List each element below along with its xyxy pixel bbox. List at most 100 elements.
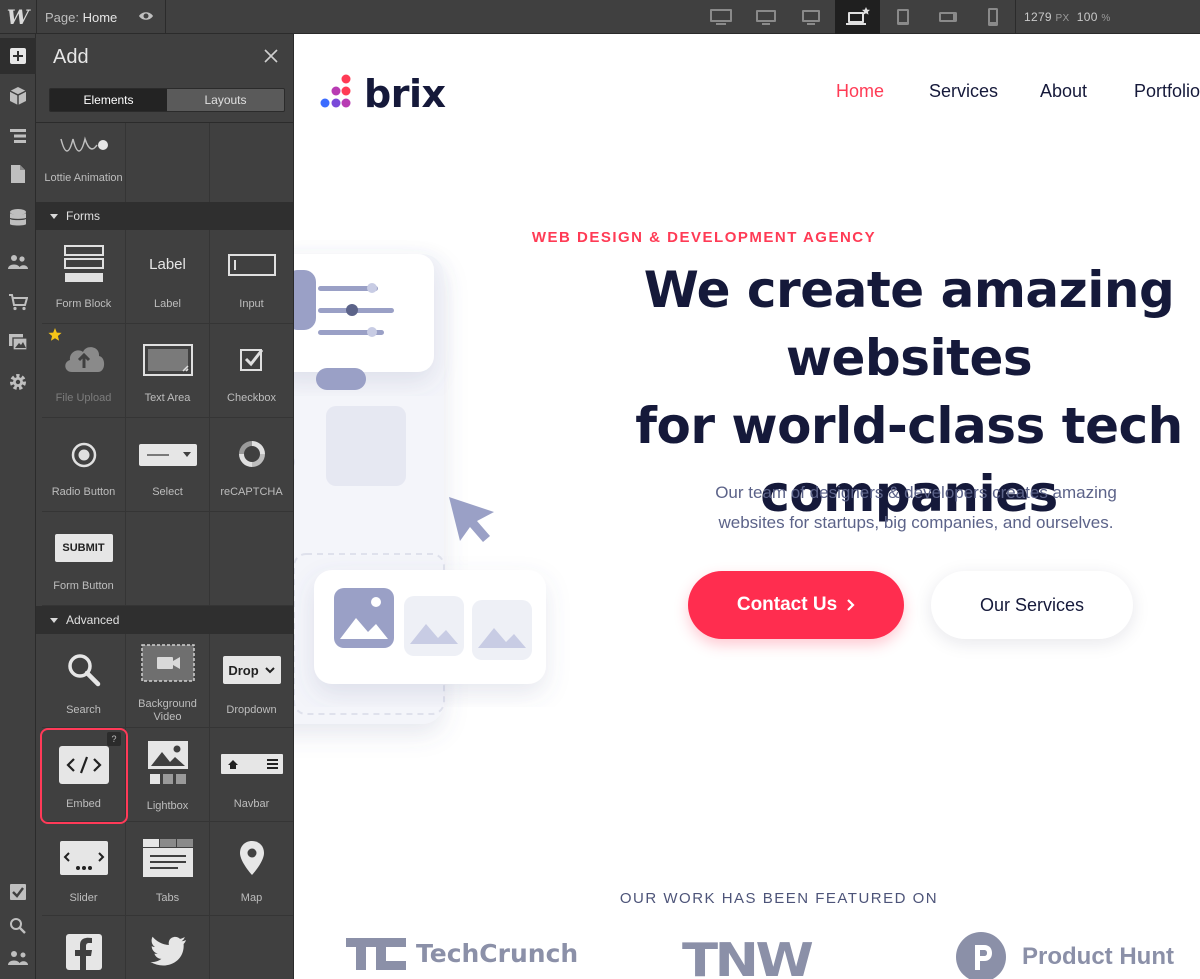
desktop-base-icon[interactable] <box>835 0 880 34</box>
featured-label: OUR WORK HAS BEEN FEATURED ON <box>619 890 939 907</box>
press-name: Product Hunt <box>1022 943 1174 970</box>
dropdown-element[interactable]: Drop Dropdown <box>210 634 293 728</box>
users-icon[interactable] <box>0 244 36 280</box>
twitter-icon <box>126 936 209 968</box>
collapse-caret-icon <box>50 213 58 219</box>
element-label: Select <box>152 486 183 498</box>
assets-icon[interactable] <box>0 324 36 360</box>
background-video-element[interactable]: Background Video <box>126 634 210 728</box>
checkbox-icon <box>210 346 293 372</box>
cms-icon[interactable] <box>0 200 36 236</box>
contact-us-button[interactable]: Contact Us <box>688 571 904 639</box>
collapse-caret-icon <box>50 617 58 623</box>
brand-logo[interactable]: brix <box>316 72 446 116</box>
radio-button-element[interactable]: Radio Button <box>42 418 126 512</box>
mobile-portrait-icon[interactable] <box>970 0 1015 34</box>
element-label: Slider <box>69 892 98 904</box>
label-element[interactable]: Label Label <box>126 230 210 324</box>
element-label: Label <box>154 298 181 310</box>
input-element[interactable]: Input <box>210 230 293 324</box>
nav-portfolio[interactable]: Portfolio <box>1134 81 1200 102</box>
element-row: Slider Tabs Map <box>42 822 293 916</box>
tabs-element[interactable]: Tabs <box>126 822 210 916</box>
map-element[interactable]: Map <box>210 822 293 916</box>
file-upload-element[interactable]: File Upload <box>42 324 126 418</box>
select-element[interactable]: Select <box>126 418 210 512</box>
hero-eyebrow: WEB DESIGN & DEVELOPMENT AGENCY <box>531 229 877 246</box>
our-services-button[interactable]: Our Services <box>931 571 1133 639</box>
element-label: Text Area <box>144 392 191 404</box>
desktop-m-icon[interactable] <box>788 0 833 34</box>
element-row: SUBMIT Form Button <box>42 512 293 606</box>
empty-cell <box>210 512 293 606</box>
tab-layouts[interactable]: Layouts <box>167 89 284 111</box>
section-label: Advanced <box>66 613 120 627</box>
element-row: Lottie Animation <box>42 123 293 203</box>
slider-element[interactable]: Slider <box>42 822 126 916</box>
element-label: Tabs <box>155 892 180 904</box>
collaborators-icon[interactable] <box>0 940 36 976</box>
brand-name: brix <box>364 72 446 116</box>
twitter-element[interactable] <box>126 916 210 979</box>
subtitle-line: websites for startups, big companies, an… <box>718 513 1114 532</box>
search-icon[interactable] <box>0 908 36 944</box>
recaptcha-element[interactable]: reCAPTCHA <box>210 418 293 512</box>
input-icon <box>210 254 293 276</box>
width-value: 1279 <box>1024 10 1052 24</box>
element-label: File Upload <box>55 392 112 404</box>
close-icon[interactable] <box>263 48 279 64</box>
submit-button-icon: SUBMIT <box>42 534 125 562</box>
page-prefix: Page: <box>45 10 79 25</box>
add-icon[interactable] <box>0 38 36 74</box>
nav-services[interactable]: Services <box>929 81 998 102</box>
desktop-l-icon[interactable] <box>743 0 788 34</box>
empty-cell <box>210 123 293 203</box>
pages-icon[interactable] <box>0 156 36 192</box>
webflow-logo[interactable]: W <box>0 0 36 34</box>
navbar-element[interactable]: Navbar <box>210 728 293 822</box>
lottie-animation-element[interactable]: Lottie Animation <box>42 123 126 203</box>
empty-cell <box>126 123 210 203</box>
top-toolbar: W Page: Home 1279 PX 100 % <box>0 0 1200 34</box>
dropdown-icon-text: Drop <box>228 662 259 678</box>
preview-eye-icon[interactable] <box>138 8 154 24</box>
form-block-icon <box>42 245 125 283</box>
mobile-landscape-icon[interactable] <box>925 0 970 34</box>
search-element[interactable]: Search <box>42 634 126 728</box>
product-hunt-logo: Product Hunt <box>956 932 1174 979</box>
lightbox-element[interactable]: Lightbox <box>126 728 210 822</box>
element-label: Form Button <box>53 580 114 592</box>
select-icon <box>126 444 209 466</box>
brix-logo-icon <box>320 74 351 108</box>
element-row: Radio Button Select reCAPTCHA <box>42 418 293 512</box>
form-button-element[interactable]: SUBMIT Form Button <box>42 512 126 606</box>
desktop-xl-icon[interactable] <box>698 0 743 34</box>
ecommerce-icon[interactable] <box>0 284 36 320</box>
checkbox-element[interactable]: Checkbox <box>210 324 293 418</box>
tab-elements[interactable]: Elements <box>50 89 167 111</box>
design-canvas[interactable]: brix Home Services About Portfolio WEB D… <box>294 34 1200 979</box>
lottie-icon <box>42 135 125 155</box>
section-forms[interactable]: Forms <box>36 202 293 230</box>
nav-home[interactable]: Home <box>836 81 884 102</box>
nav-about[interactable]: About <box>1040 81 1087 102</box>
section-advanced[interactable]: Advanced <box>36 606 293 634</box>
element-label: Navbar <box>233 798 270 810</box>
text-area-element[interactable]: Text Area <box>126 324 210 418</box>
chevron-right-icon <box>847 599 855 611</box>
navigator-icon[interactable] <box>0 78 36 114</box>
tablet-icon[interactable] <box>880 0 925 34</box>
button-label: Contact Us <box>736 594 838 615</box>
audit-icon[interactable] <box>0 874 36 910</box>
element-row: File Upload Text Area Checkbox <box>42 324 293 418</box>
page-selector[interactable]: Page: Home <box>45 10 117 25</box>
empty-cell <box>126 512 210 606</box>
settings-icon[interactable] <box>0 364 36 400</box>
embed-highlight-outline <box>40 728 128 824</box>
form-block-element[interactable]: Form Block <box>42 230 126 324</box>
section-label: Forms <box>66 209 100 223</box>
layers-icon[interactable] <box>0 118 36 154</box>
element-row <box>42 916 293 979</box>
facebook-element[interactable] <box>42 916 126 979</box>
element-label: Background Video <box>138 698 197 723</box>
